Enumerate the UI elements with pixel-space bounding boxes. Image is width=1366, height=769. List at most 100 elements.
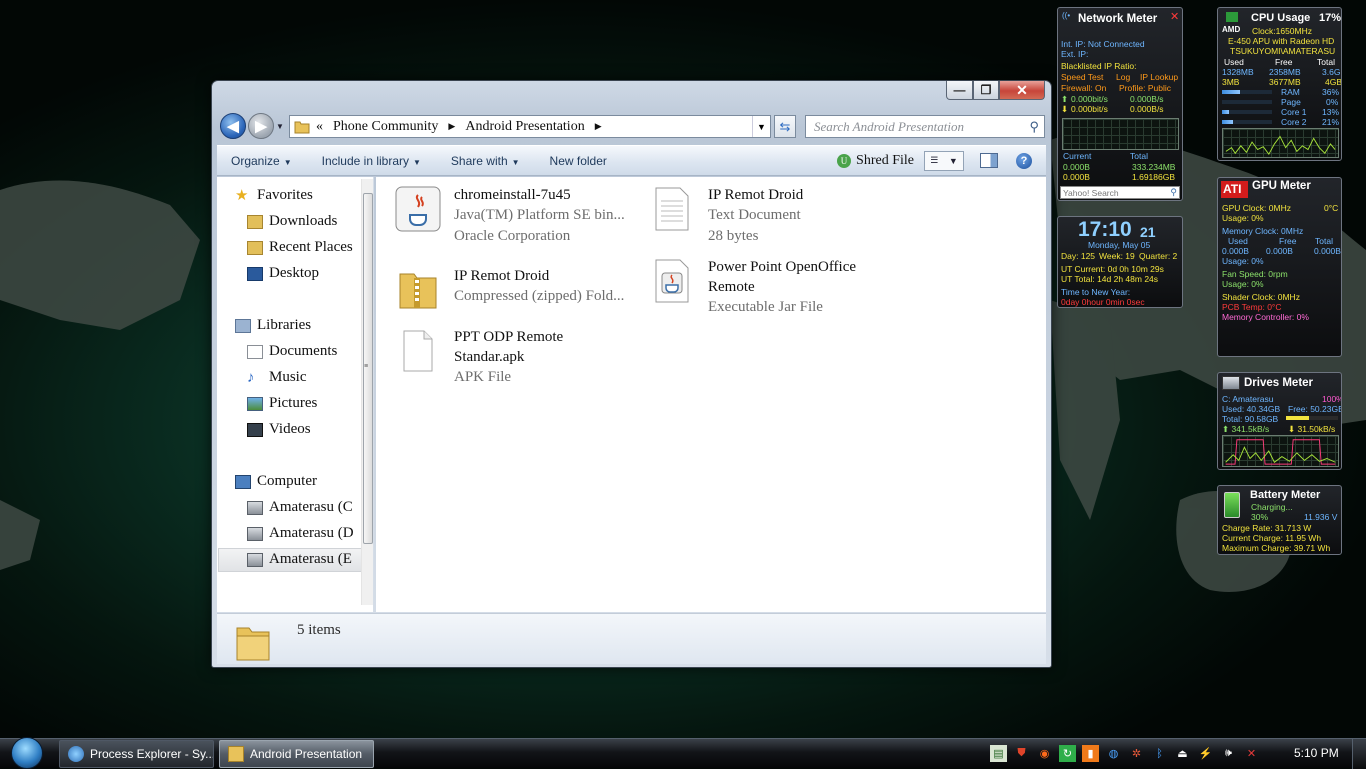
nav-documents[interactable]: Documents <box>247 343 337 360</box>
page-free: 3677MB <box>1269 77 1301 87</box>
breadcrumb-separator[interactable]: ▶ <box>595 121 602 132</box>
cpu-usage-gadget: AMD CPU Usage 17% Clock:1650MHz E-450 AP… <box>1217 7 1342 161</box>
documents-icon <box>247 344 263 359</box>
total-upload: 333.234MB <box>1132 162 1176 172</box>
shield-icon[interactable]: ⛊ <box>1013 745 1030 762</box>
yahoo-search-input[interactable]: Yahoo! Search ⚲ <box>1060 186 1180 199</box>
nav-pictures[interactable]: Pictures <box>247 395 317 412</box>
ip-lookup-link[interactable]: IP Lookup <box>1140 72 1178 82</box>
nav-pane-scrollbar[interactable]: ≡ <box>361 179 373 605</box>
details-pane: 5 items <box>217 613 1046 664</box>
office-tray-icon[interactable]: ▮ <box>1082 745 1099 762</box>
search-icon[interactable]: ⚲ <box>1170 187 1177 198</box>
chart-tray-icon[interactable]: ▤ <box>990 745 1007 762</box>
include-in-library-menu[interactable]: Include in library ▼ <box>322 154 421 168</box>
share-with-menu[interactable]: Share with ▼ <box>451 154 520 168</box>
clock-time: 17:10 <box>1078 218 1132 241</box>
current-upload: 0.000B <box>1063 162 1090 172</box>
nav-label: Videos <box>269 421 311 437</box>
recent-pages-dropdown[interactable]: ▼ <box>276 122 284 131</box>
view-icon: ☰ <box>930 155 939 165</box>
file-item[interactable]: IP Remot Droid Text Document 28 bytes <box>648 185 898 247</box>
nav-drive-d[interactable]: Amaterasu (D <box>247 525 354 542</box>
total-header: Total <box>1317 57 1335 67</box>
network-globe-icon[interactable]: ◍ <box>1105 745 1122 762</box>
nav-downloads[interactable]: Downloads <box>247 213 337 230</box>
breadcrumb-overflow[interactable]: « <box>316 119 323 135</box>
shred-icon: U <box>837 153 852 168</box>
nav-music[interactable]: ♪ Music <box>247 369 307 386</box>
mem-total: 3.6GB <box>1322 67 1341 77</box>
quarter: Quarter: 2 <box>1139 251 1178 261</box>
download-rate-bytes: 0.000B/s <box>1130 104 1164 114</box>
nav-videos[interactable]: Videos <box>247 421 311 438</box>
file-type: APK File <box>454 369 512 385</box>
search-input[interactable]: Search Android Presentation ⚲ <box>805 115 1045 138</box>
show-desktop-button[interactable] <box>1352 739 1366 769</box>
core2-label: Core 2 <box>1281 117 1307 127</box>
explorer-window: — ❐ ✕ ◀ ▶ ▼ « Phone Community ▶ Android … <box>211 80 1052 668</box>
change-view-button[interactable]: ☰ ▼ <box>924 150 964 171</box>
shred-file-button[interactable]: U Shred File <box>837 153 914 169</box>
nav-favorites[interactable]: ★ Favorites <box>235 187 313 204</box>
sync-tray-icon[interactable]: ↻ <box>1059 745 1076 762</box>
breadcrumb-phone-community[interactable]: Phone Community <box>333 119 438 135</box>
speed-test-link[interactable]: Speed Test <box>1061 72 1103 82</box>
taskbar-button-process-explorer[interactable]: Process Explorer - Sy... <box>59 740 214 768</box>
ram-percent: 36% <box>1322 87 1340 97</box>
taskbar-clock[interactable]: 5:10 PM <box>1294 746 1339 760</box>
organize-menu[interactable]: Organize ▼ <box>231 154 292 168</box>
file-item[interactable]: Power Point OpenOffice Remote Executable… <box>648 257 908 318</box>
navigation-pane: ★ Favorites Downloads Recent Places Deskt… <box>217 177 374 612</box>
address-bar[interactable]: « Phone Community ▶ Android Presentation… <box>289 115 771 138</box>
arrow-up-icon: ⬆ <box>1061 94 1069 104</box>
close-button[interactable]: ✕ <box>999 81 1045 100</box>
power-icon[interactable]: ⚡ <box>1197 745 1214 762</box>
log-link[interactable]: Log <box>1116 72 1130 82</box>
forward-button[interactable]: ▶ <box>248 113 274 139</box>
yahoo-search-placeholder: Yahoo! Search <box>1063 188 1119 198</box>
file-item[interactable]: PPT ODP Remote Standar.apk APK File <box>394 327 644 388</box>
back-button[interactable]: ◀ <box>220 113 246 139</box>
refresh-button[interactable]: ⇆ <box>774 115 796 138</box>
nav-drive-c[interactable]: Amaterasu (C <box>247 499 353 516</box>
browser-tray-icon[interactable]: ◉ <box>1036 745 1053 762</box>
maximize-button[interactable]: ❐ <box>973 81 999 100</box>
gpu-mem-free: 0.000B <box>1266 246 1293 256</box>
help-button[interactable]: ? <box>1016 152 1032 169</box>
write-rate: ⬇ 31.50kB/s <box>1288 424 1336 434</box>
file-type: Compressed (zipped) Fold... <box>454 288 625 304</box>
nav-desktop[interactable]: Desktop <box>247 265 319 282</box>
new-folder-button[interactable]: New folder <box>550 154 607 168</box>
file-name-line2: Standar.apk <box>454 349 525 365</box>
item-count: 5 items <box>297 622 341 638</box>
taskbar-button-android-presentation[interactable]: Android Presentation <box>219 740 374 768</box>
nav-computer[interactable]: Computer <box>235 473 317 490</box>
fan-speed: Fan Speed: 0rpm <box>1222 269 1288 279</box>
videos-icon <box>247 422 263 437</box>
people-tray-icon[interactable]: ✲ <box>1128 745 1145 762</box>
breadcrumb-separator[interactable]: ▶ <box>448 121 455 132</box>
breadcrumb-android-presentation[interactable]: Android Presentation <box>465 119 584 135</box>
volume-icon[interactable]: 🕪 <box>1220 745 1237 762</box>
blacklisted-label: Blacklisted IP Ratio: <box>1061 61 1137 71</box>
bluetooth-icon[interactable]: ᛒ <box>1151 745 1168 762</box>
network-disconnected-icon[interactable]: ✕ <box>1243 745 1260 762</box>
file-item[interactable]: IP Remot Droid Compressed (zipped) Fold.… <box>394 266 644 314</box>
start-button[interactable] <box>7 737 47 769</box>
nav-drive-e[interactable]: Amaterasu (E <box>247 551 352 568</box>
drive-icon <box>247 552 263 567</box>
minimize-button[interactable]: — <box>946 81 973 100</box>
nav-libraries[interactable]: Libraries <box>235 317 311 334</box>
drive-used: Used: 40.34GB <box>1222 404 1281 414</box>
file-item[interactable]: chromeinstall-7u45 Java(TM) Platform SE … <box>394 185 644 247</box>
battery-icon <box>1224 492 1240 518</box>
nav-recent-places[interactable]: Recent Places <box>247 239 353 256</box>
address-dropdown[interactable]: ▼ <box>752 116 770 137</box>
preview-pane-button[interactable] <box>980 153 998 168</box>
host-name: TSUKUYOMI\AMATERASU <box>1230 46 1336 56</box>
safely-remove-icon[interactable]: ⏏ <box>1174 745 1191 762</box>
search-icon[interactable]: ⚲ <box>1029 119 1039 135</box>
close-icon[interactable]: ✕ <box>1170 11 1179 23</box>
mem-free: 2358MB <box>1269 67 1301 77</box>
